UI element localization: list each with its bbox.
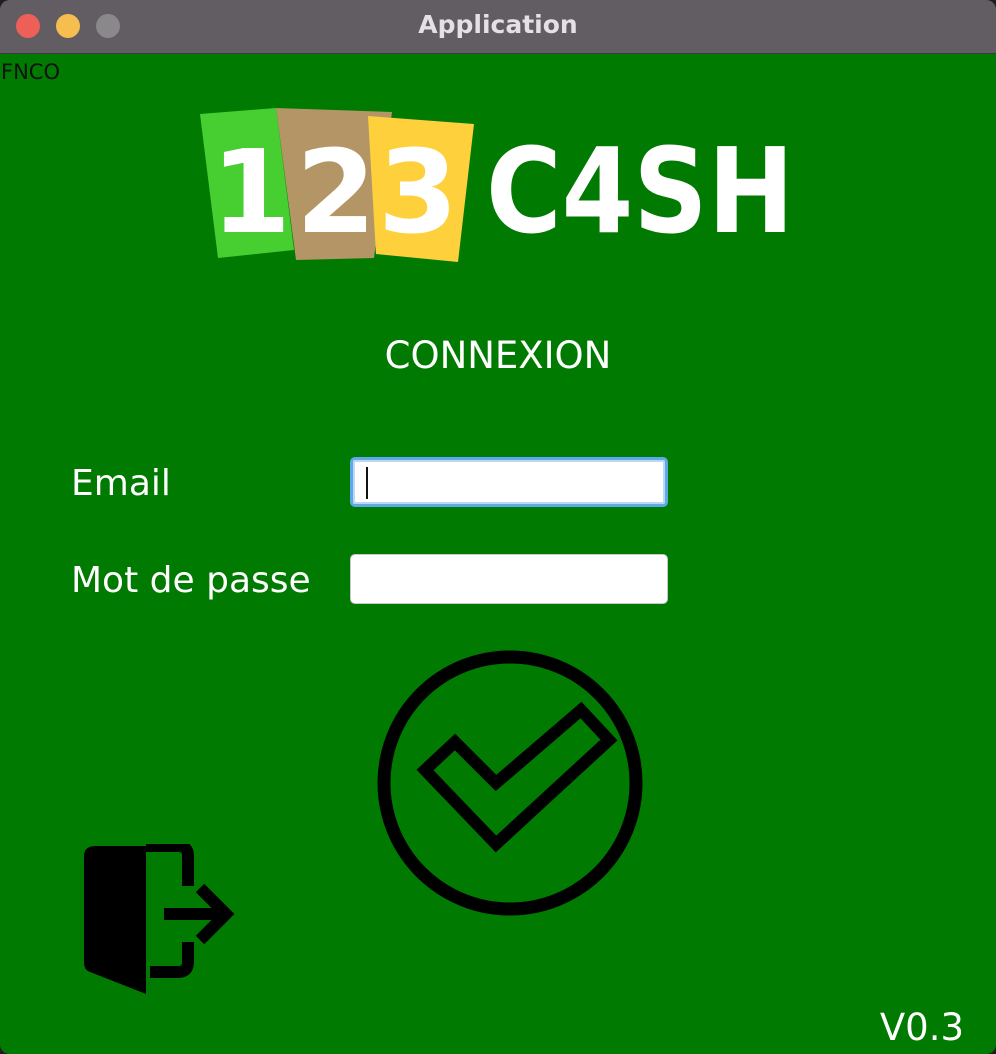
svg-text:3: 3: [378, 126, 458, 260]
svg-text:1: 1: [211, 126, 291, 260]
email-field[interactable]: [350, 457, 668, 507]
app-logo: 1 2 3 C4SH: [200, 108, 794, 262]
window-title: Application: [418, 10, 578, 39]
svg-text:C4SH: C4SH: [486, 122, 794, 260]
password-field[interactable]: [350, 554, 668, 604]
password-label: Mot de passe: [71, 560, 311, 601]
login-screen: FNCO 1 2 3 C4SH CONNEXION Email Mot de p…: [0, 54, 996, 1054]
title-bar[interactable]: Application: [0, 0, 996, 54]
exit-door-icon[interactable]: [82, 844, 238, 994]
corner-label: FNCO: [1, 60, 60, 84]
page-heading: CONNEXION: [384, 334, 612, 377]
text-caret: [366, 467, 368, 499]
app-window: Application FNCO 1 2 3 C4SH CONNEXION Em…: [0, 0, 996, 1054]
email-label: Email: [71, 463, 171, 504]
check-circle-icon[interactable]: [375, 648, 645, 918]
version-label: V0.3: [879, 1006, 964, 1049]
svg-text:2: 2: [296, 126, 376, 260]
